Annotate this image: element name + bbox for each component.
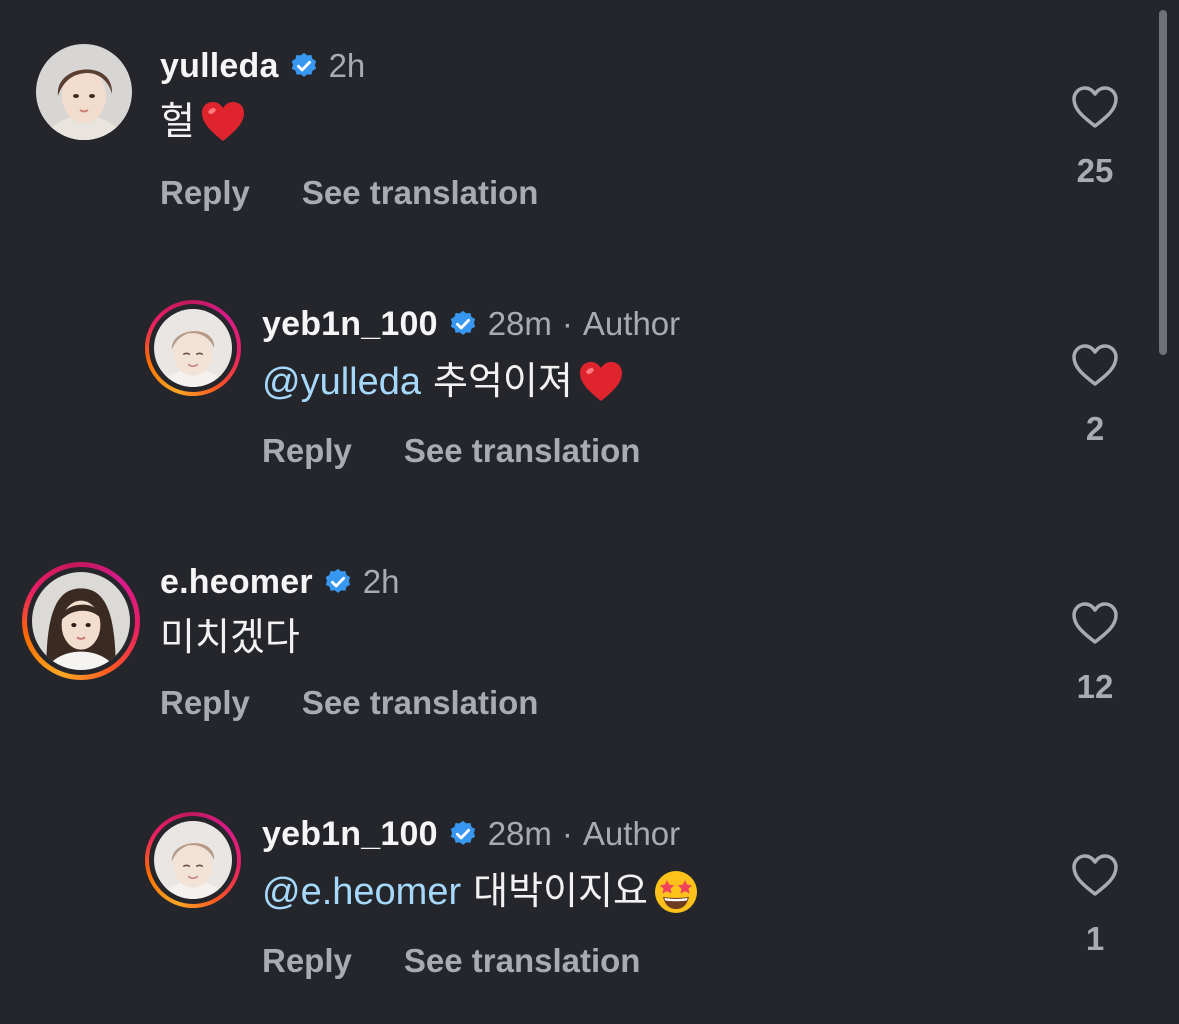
like-count: 25	[1076, 152, 1114, 189]
avatar-image	[32, 572, 130, 670]
like-count: 12	[1076, 668, 1114, 705]
heart-outline-icon[interactable]	[1070, 84, 1120, 130]
verified-badge-icon	[450, 820, 475, 845]
avatar[interactable]	[22, 562, 140, 680]
avatar-image	[154, 309, 232, 387]
author-tag: Author	[582, 815, 681, 852]
heart-outline-icon[interactable]	[1070, 852, 1120, 898]
avatar[interactable]	[36, 44, 132, 140]
see-translation-button[interactable]: See translation	[302, 684, 539, 722]
comment-time: 2h	[362, 563, 400, 600]
separator-dot: ·	[561, 815, 573, 852]
verified-badge-icon	[450, 310, 475, 335]
author-tag: Author	[582, 305, 681, 342]
separator-dot: ·	[561, 305, 573, 342]
like-count: 1	[1085, 920, 1105, 957]
comment-username[interactable]: yeb1n_100	[262, 305, 438, 344]
like-count: 2	[1085, 410, 1105, 447]
comment-text: 대박이지요	[473, 871, 648, 913]
comment-text: 미치겠다	[160, 617, 300, 659]
scrollbar[interactable]	[1159, 10, 1167, 355]
like-control: 25	[1060, 84, 1130, 190]
see-translation-button[interactable]: See translation	[404, 432, 641, 470]
see-translation-button[interactable]: See translation	[302, 174, 539, 212]
heart-outline-icon[interactable]	[1070, 342, 1120, 388]
see-translation-button[interactable]: See translation	[404, 942, 641, 980]
verified-badge-icon	[291, 52, 316, 77]
like-control: 2	[1060, 342, 1130, 448]
comment-username[interactable]: e.heomer	[160, 563, 313, 602]
comment-time: 28m	[487, 305, 552, 342]
red-heart-emoji-icon	[201, 102, 244, 141]
star-struck-emoji-icon	[654, 871, 697, 913]
reply-button[interactable]: Reply	[160, 684, 250, 722]
reply-button[interactable]: Reply	[160, 174, 250, 212]
like-control: 1	[1060, 852, 1130, 958]
avatar[interactable]	[145, 300, 241, 396]
comment-time: 28m	[487, 815, 552, 852]
mention-link[interactable]: @yulleda	[262, 356, 421, 408]
reply-button[interactable]: Reply	[262, 942, 352, 980]
avatar-image	[36, 44, 132, 140]
comment-text: 헐	[160, 101, 195, 143]
avatar-image	[154, 821, 232, 899]
avatar[interactable]	[145, 812, 241, 908]
verified-badge-icon	[325, 568, 350, 593]
red-heart-emoji-icon	[579, 362, 622, 401]
reply-button[interactable]: Reply	[262, 432, 352, 470]
mention-link[interactable]: @e.heomer	[262, 866, 461, 918]
comment-text: 추억이져	[433, 361, 573, 403]
like-control: 12	[1060, 600, 1130, 706]
heart-outline-icon[interactable]	[1070, 600, 1120, 646]
comment-time: 2h	[328, 47, 366, 84]
comment-username[interactable]: yulleda	[160, 47, 279, 86]
comment-username[interactable]: yeb1n_100	[262, 815, 438, 854]
